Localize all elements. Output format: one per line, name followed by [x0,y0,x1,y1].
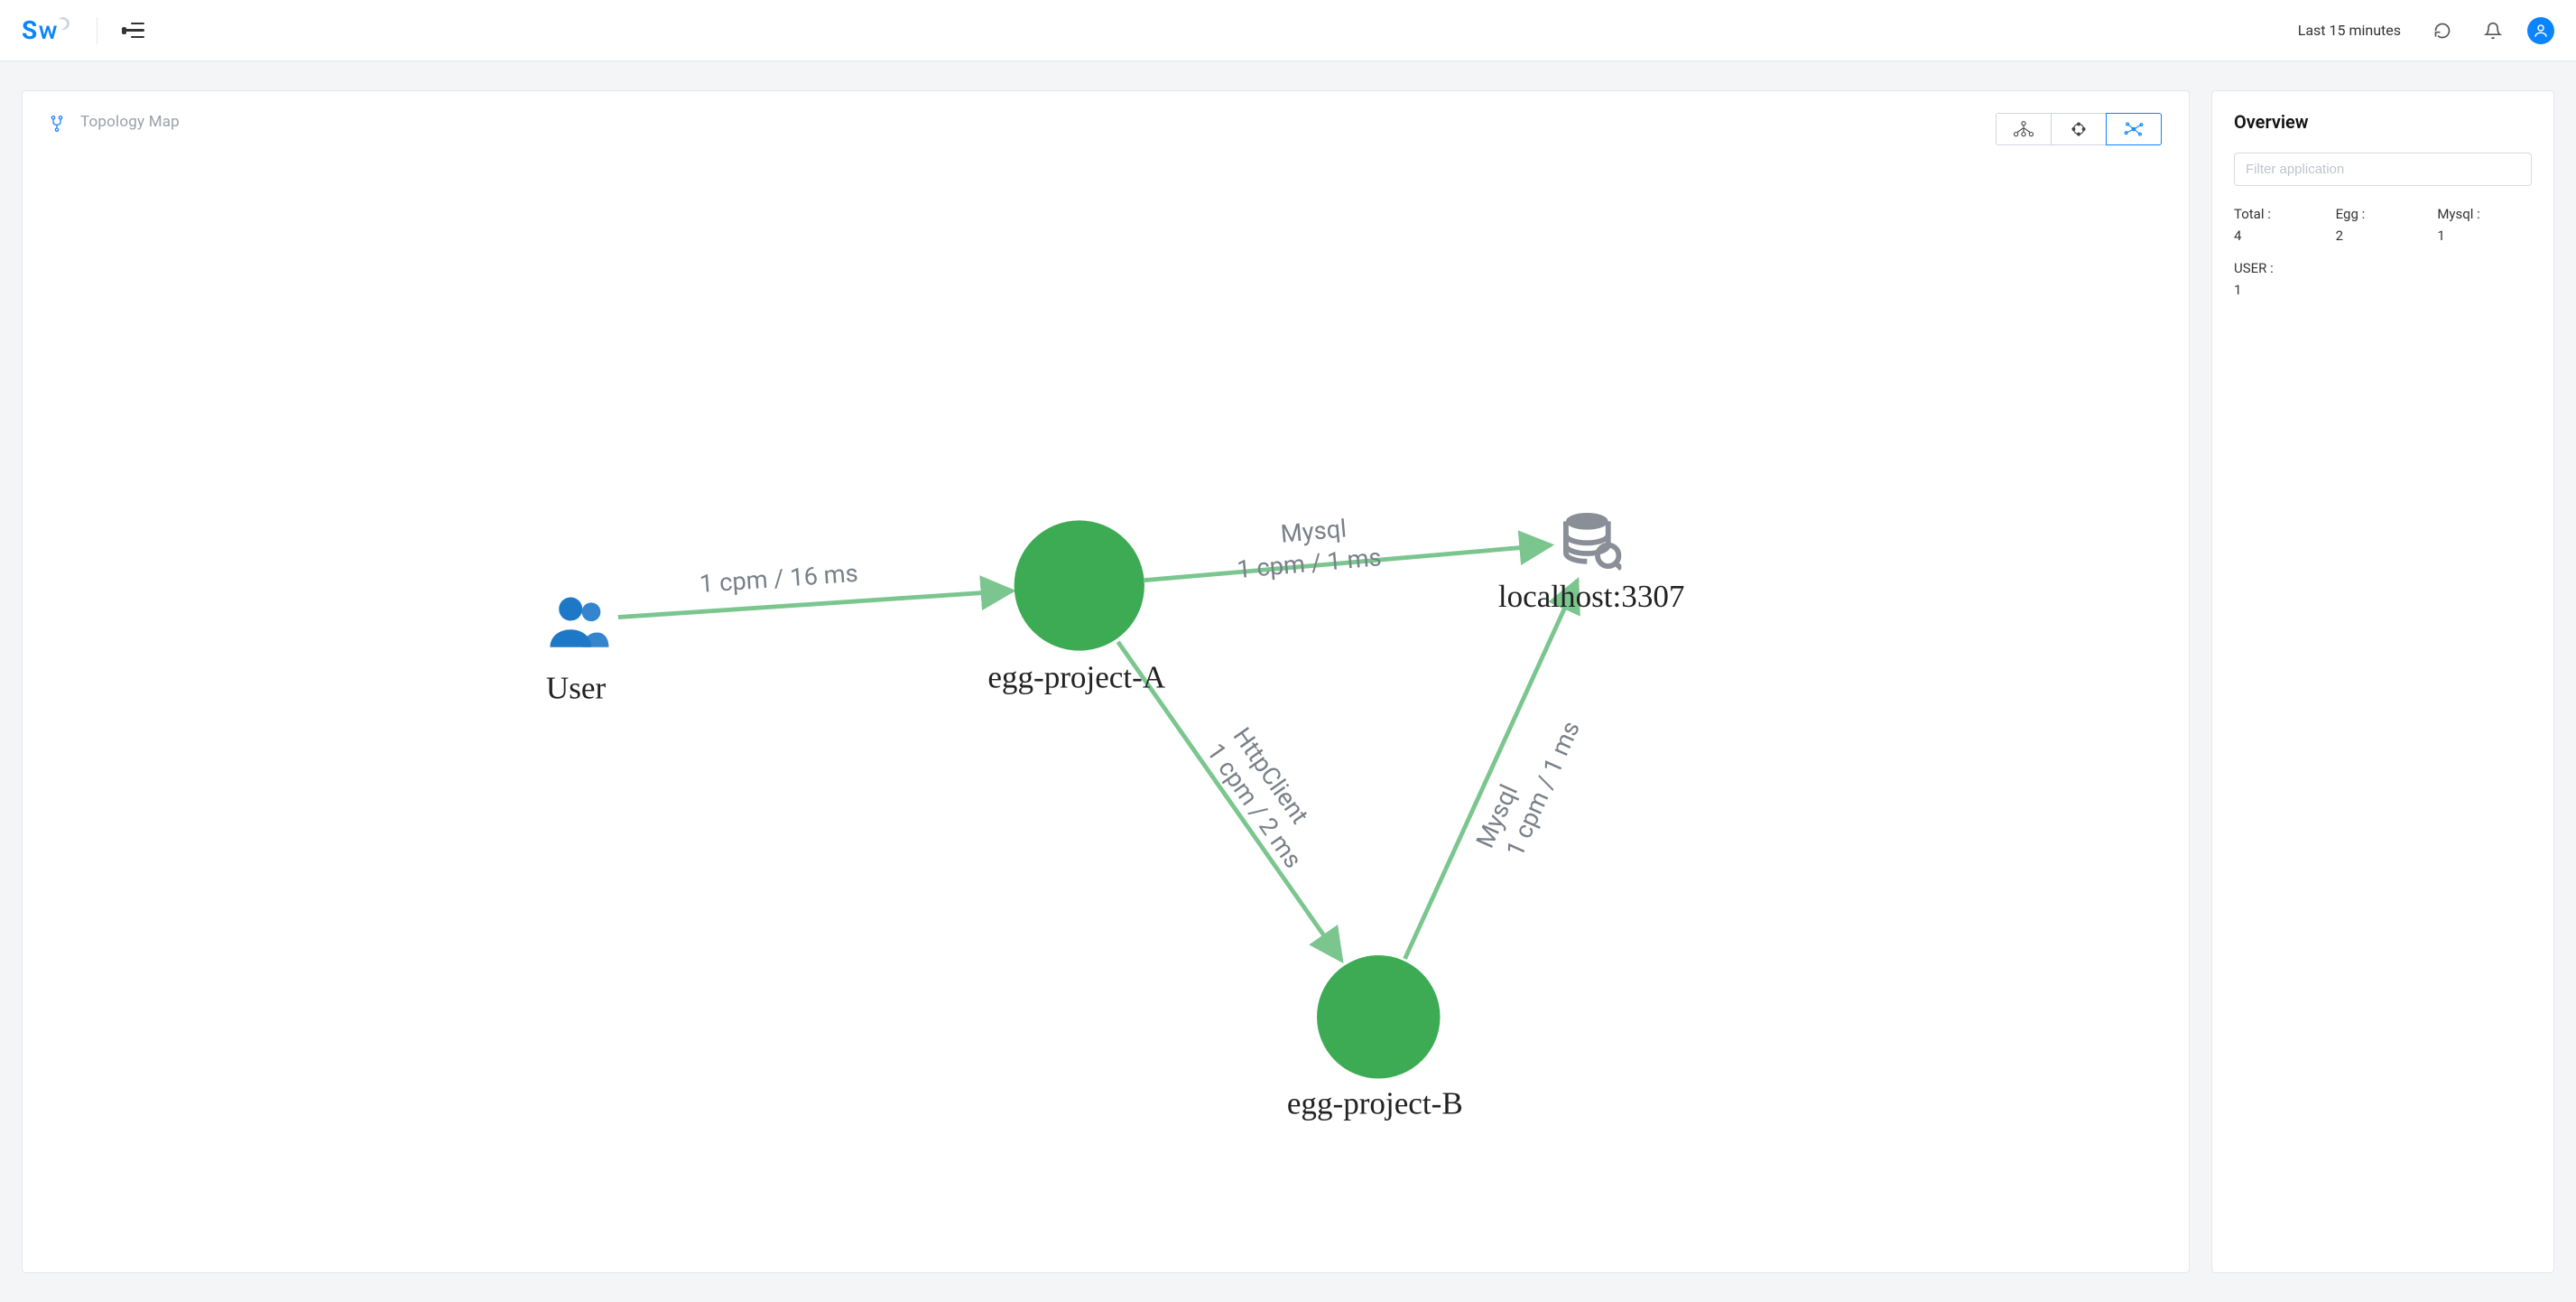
overview-stats: Total : Egg : Mysql : 4 2 1 USER : 1 [2234,206,2532,311]
edge-eggA-to-mysql[interactable]: Mysql 1 cpm / 1 ms [1144,514,1551,584]
topology-panel: Topology Map [22,90,2190,1273]
topology-panel-header: Topology Map [23,91,2189,145]
edge-metric: 1 cpm / 16 ms [699,559,859,599]
circle-layout-icon [2066,119,2091,139]
app-header: S w Last 15 minutes [0,0,2576,61]
page-content: Topology Map [0,61,2576,1302]
edge-protocol: Mysql [1280,514,1348,548]
node-user[interactable]: User [546,598,609,706]
layout-circle-button[interactable] [2051,113,2107,145]
topology-icon [50,115,64,136]
users-icon [550,598,608,647]
notifications-button[interactable] [2477,14,2509,47]
stat-egg-label: Egg : [2336,206,2431,222]
service-node-icon [1015,520,1144,650]
database-icon [1566,513,1621,569]
stat-total-label: Total : [2234,206,2329,222]
tree-layout-icon [2011,119,2036,139]
logo-w: w [39,15,57,45]
sidebar-toggle-button[interactable] [125,23,144,39]
user-icon [2533,23,2549,39]
force-layout-icon [2121,119,2146,139]
edge-metric: 1 cpm / 1 ms [1236,543,1383,584]
overview-panel: Overview Total : Egg : Mysql : 4 2 1 USE… [2211,90,2554,1273]
user-avatar-button[interactable] [2527,17,2554,44]
layout-force-button[interactable] [2106,113,2162,145]
topology-svg: 1 cpm / 16 ms Mysql 1 cpm / 1 ms HttpCli… [23,145,2189,1272]
node-label: localhost:3307 [1498,579,1685,614]
layout-tree-button[interactable] [1996,113,2052,145]
page-title: Topology Map [80,113,180,131]
stat-user-label: USER : [2234,260,2329,276]
node-egg-project-b[interactable]: egg-project-B [1287,955,1463,1121]
app-logo: S w [22,15,69,45]
stat-mysql-label: Mysql : [2437,206,2532,222]
bell-icon [2484,22,2502,40]
time-range-selector[interactable]: Last 15 minutes [2298,22,2401,39]
logo-s: S [22,15,37,45]
filter-application-input[interactable] [2234,153,2532,186]
refresh-icon [2433,22,2451,40]
overview-title: Overview [2234,111,2532,133]
stat-egg-value: 2 [2336,226,2431,256]
node-label: User [546,670,607,705]
edge-eggB-to-mysql[interactable]: Mysql 1 cpm / 1 ms [1405,581,1586,959]
logo-arc-icon [54,14,71,32]
node-label: egg-project-A [987,660,1165,695]
node-egg-project-a[interactable]: egg-project-A [987,520,1165,694]
stat-total-value: 4 [2234,226,2329,256]
node-mysql[interactable]: localhost:3307 [1498,513,1685,614]
layout-toggle-group [1996,113,2162,145]
stat-mysql-value: 1 [2437,226,2532,256]
service-node-icon [1317,955,1441,1079]
chevron-left-icon [122,27,126,34]
node-label: egg-project-B [1287,1086,1463,1121]
edge-user-to-eggA[interactable]: 1 cpm / 16 ms [618,559,1013,618]
topology-graph[interactable]: 1 cpm / 16 ms Mysql 1 cpm / 1 ms HttpCli… [23,145,2189,1272]
refresh-button[interactable] [2426,14,2459,47]
stat-user-value: 1 [2234,280,2329,311]
